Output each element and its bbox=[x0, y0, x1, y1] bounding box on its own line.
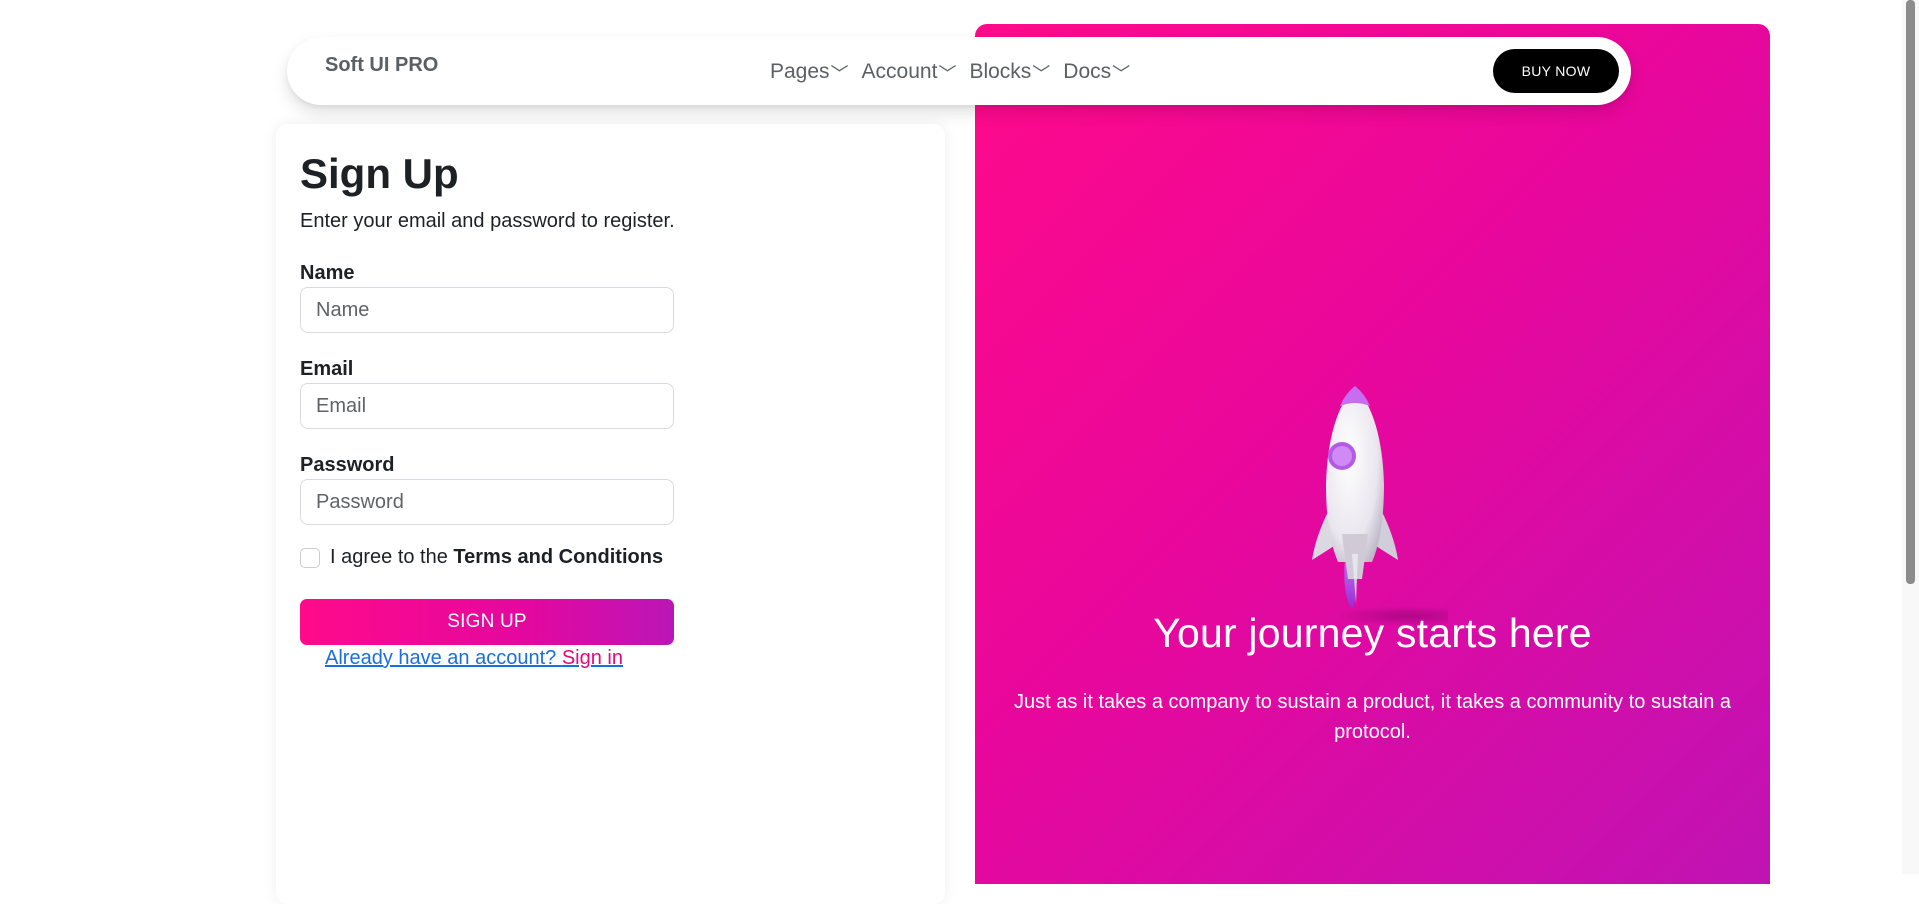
buy-now-button[interactable]: BUY NOW bbox=[1493, 49, 1619, 93]
terms-prefix: I agree to the bbox=[330, 546, 454, 568]
terms-link[interactable]: Terms and Conditions bbox=[453, 546, 663, 568]
form-subtitle: Enter your email and password to registe… bbox=[300, 210, 675, 232]
nav-item-label: Docs bbox=[1063, 60, 1112, 83]
chevron-down-icon: ﹀ bbox=[830, 64, 849, 84]
page-title: Sign Up bbox=[300, 150, 459, 197]
hero-title: Your journey starts here bbox=[1153, 610, 1592, 656]
name-label: Name bbox=[300, 262, 355, 284]
brand-logo[interactable]: Soft UI PRO bbox=[325, 54, 438, 77]
nav-item-pages[interactable]: Pages ﹀ bbox=[770, 59, 849, 85]
password-input[interactable] bbox=[300, 479, 674, 525]
terms-checkbox[interactable] bbox=[300, 547, 320, 568]
nav-item-label: Pages bbox=[770, 60, 830, 83]
signin-prompt: Already have an account? bbox=[325, 647, 562, 669]
nav-item-account[interactable]: Account ﹀ bbox=[862, 59, 957, 85]
password-label: Password bbox=[300, 454, 395, 476]
rocket-icon bbox=[1288, 364, 1483, 634]
nav-item-label: Account bbox=[861, 60, 938, 83]
signup-card: Sign Up Enter your email and password to… bbox=[276, 124, 945, 904]
nav-item-blocks[interactable]: Blocks ﹀ bbox=[969, 59, 1050, 85]
top-navbar: Soft UI PRO Pages ﹀ Account ﹀ Blocks ﹀ Docs… bbox=[287, 37, 1631, 105]
signup-button[interactable]: SIGN UP bbox=[300, 599, 674, 645]
terms-text: I agree to the Terms and Conditions bbox=[330, 546, 663, 569]
email-input[interactable] bbox=[300, 383, 674, 429]
email-label: Email bbox=[300, 358, 354, 380]
hero-subtitle: Just as it takes a company to sustain a … bbox=[1013, 691, 1731, 743]
chevron-down-icon: ﹀ bbox=[938, 64, 957, 84]
nav-links: Pages ﹀ Account ﹀ Blocks ﹀ Docs ﹀ bbox=[770, 59, 1143, 85]
name-input[interactable] bbox=[300, 287, 674, 333]
signin-link[interactable]: Sign in bbox=[562, 647, 623, 669]
terms-row: I agree to the Terms and Conditions bbox=[300, 546, 663, 569]
signin-prompt-link[interactable]: Already have an account? Sign in bbox=[325, 647, 623, 670]
vertical-scrollbar[interactable] bbox=[1902, 0, 1919, 874]
scrollbar-thumb[interactable] bbox=[1906, 0, 1915, 584]
hero-panel: Your journey starts here Just as it take… bbox=[975, 24, 1770, 884]
chevron-down-icon: ﹀ bbox=[1112, 64, 1131, 84]
nav-item-label: Blocks bbox=[969, 60, 1032, 83]
nav-item-docs[interactable]: Docs ﹀ bbox=[1063, 59, 1130, 85]
chevron-down-icon: ﹀ bbox=[1032, 64, 1051, 84]
